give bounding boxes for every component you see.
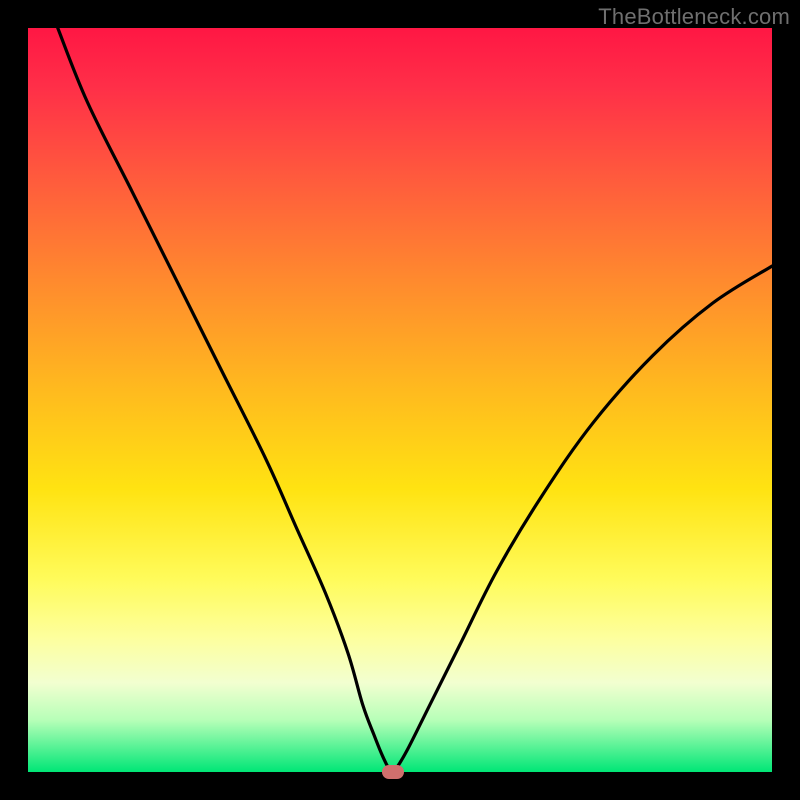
minimum-marker bbox=[382, 765, 404, 779]
watermark-text: TheBottleneck.com bbox=[598, 4, 790, 30]
curve-path bbox=[58, 28, 772, 772]
bottleneck-curve bbox=[28, 28, 772, 772]
chart-plot-area bbox=[28, 28, 772, 772]
chart-frame: TheBottleneck.com bbox=[0, 0, 800, 800]
